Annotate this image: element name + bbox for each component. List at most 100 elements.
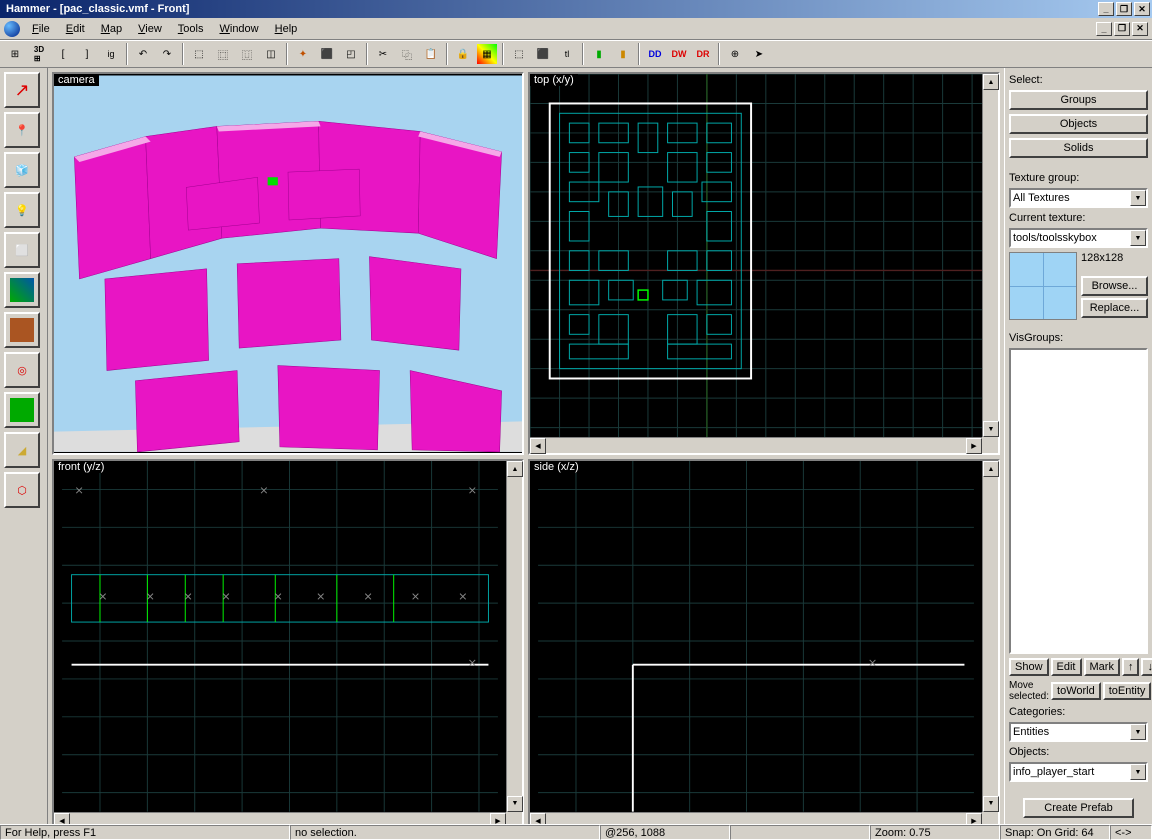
categories-combo[interactable]: Entities▼ — [1009, 722, 1148, 742]
cut-icon[interactable]: ✂ — [372, 43, 394, 65]
toentity-icon[interactable]: ✦ — [292, 43, 314, 65]
hide-icon[interactable]: ◫ — [260, 43, 282, 65]
dr-icon[interactable]: DR — [692, 43, 714, 65]
menu-tools[interactable]: Tools — [170, 21, 212, 37]
texture-preview — [1009, 252, 1077, 320]
workspace: ↗ 📍 🧊 💡 ⬜ ◎ ◢ ⬡ camera — [0, 68, 1152, 824]
viewport-top-label: top (x/y) — [530, 74, 578, 86]
viewport-top[interactable]: top (x/y) — [528, 72, 1000, 455]
visgroup-show-button[interactable]: Show — [1009, 658, 1049, 676]
tool-dock: ↗ 📍 🧊 💡 ⬜ ◎ ◢ ⬡ — [0, 68, 48, 824]
toworld-icon[interactable]: ⬛ — [316, 43, 338, 65]
paste-icon[interactable]: 📋 — [420, 43, 442, 65]
status-coords: @256, 1088 — [600, 825, 730, 840]
visgroups-label: VisGroups: — [1009, 332, 1148, 344]
mdi-restore[interactable]: ❐ — [1114, 22, 1130, 36]
window-title: Hammer - [pac_classic.vmf - Front] — [2, 3, 1096, 15]
select-solids-button[interactable]: Solids — [1009, 138, 1148, 158]
status-bar: For Help, press F1 no selection. @256, 1… — [0, 824, 1152, 840]
toworld-button[interactable]: toWorld — [1051, 682, 1101, 700]
group-icon[interactable]: ⿴ — [212, 43, 234, 65]
viewport-side-vscroll[interactable]: ▲▼ — [982, 461, 998, 812]
viewport-side[interactable]: side (x/z) ▲▼ ◀▶ — [528, 459, 1000, 830]
viewport-front-vscroll[interactable]: ▲▼ — [506, 461, 522, 812]
grid-smaller-icon[interactable]: [ — [52, 43, 74, 65]
redo-icon[interactable]: ↷ — [156, 43, 178, 65]
menu-map[interactable]: Map — [93, 21, 130, 37]
undo-icon[interactable]: ↶ — [132, 43, 154, 65]
viewport-camera-label: camera — [54, 74, 99, 86]
vertex-tool[interactable]: ⬡ — [4, 472, 40, 508]
menu-bar: File Edit Map View Tools Window Help _ ❐… — [0, 18, 1152, 40]
overlay-tool[interactable] — [4, 392, 40, 428]
select-objects-button[interactable]: Objects — [1009, 114, 1148, 134]
viewport-top-vscroll[interactable]: ▲▼ — [982, 74, 998, 437]
menu-help[interactable]: Help — [267, 21, 306, 37]
right-panel: Select: Groups Objects Solids Texture gr… — [1004, 68, 1152, 824]
dw-icon[interactable]: DW — [668, 43, 690, 65]
align-face-icon[interactable]: ⬛ — [532, 43, 554, 65]
cordon-icon[interactable]: ▮ — [588, 43, 610, 65]
viewport-area: camera — [48, 68, 1004, 824]
create-prefab-button[interactable]: Create Prefab — [1023, 798, 1134, 818]
toentity-button[interactable]: toEntity — [1103, 682, 1152, 700]
texgroup-combo[interactable]: All Textures▼ — [1009, 188, 1148, 208]
texture-tool[interactable] — [4, 272, 40, 308]
select-label: Select: — [1009, 74, 1148, 86]
grid-larger-icon[interactable]: ] — [76, 43, 98, 65]
texsize-label: 128x128 — [1081, 252, 1148, 264]
restore-button[interactable]: ❐ — [1116, 2, 1132, 16]
tl-icon[interactable]: tl — [556, 43, 578, 65]
menu-window[interactable]: Window — [211, 21, 266, 37]
selection-tool[interactable]: ↗ — [4, 72, 40, 108]
status-selection: no selection. — [290, 825, 600, 840]
menu-file[interactable]: File — [24, 21, 58, 37]
entity-tool[interactable]: 🧊 — [4, 152, 40, 188]
decal-tool[interactable]: ◎ — [4, 352, 40, 388]
radius-icon[interactable]: ⊕ — [724, 43, 746, 65]
texscale-icon[interactable]: ▦ — [476, 43, 498, 65]
visgroup-edit-button[interactable]: Edit — [1051, 658, 1082, 676]
menu-edit[interactable]: Edit — [58, 21, 93, 37]
clip-tool[interactable]: ◢ — [4, 432, 40, 468]
curtex-combo[interactable]: tools/toolsskybox▼ — [1009, 228, 1148, 248]
grid-toggle-icon[interactable]: ⊞ — [4, 43, 26, 65]
hollow-icon[interactable]: ◰ — [340, 43, 362, 65]
close-button[interactable]: ✕ — [1134, 2, 1150, 16]
block-tool[interactable]: ⬜ — [4, 232, 40, 268]
ig-icon[interactable]: ig — [100, 43, 122, 65]
mdi-close[interactable]: ✕ — [1132, 22, 1148, 36]
texlock-icon[interactable]: 🔒 — [452, 43, 474, 65]
visgroup-mark-button[interactable]: Mark — [1084, 658, 1120, 676]
visgroup-up-button[interactable]: ↑ — [1122, 658, 1140, 676]
viewport-front[interactable]: front (y/z) — [52, 459, 524, 830]
run-icon[interactable]: ➤ — [748, 43, 770, 65]
cordon-edit-icon[interactable]: ▮ — [612, 43, 634, 65]
categories-label: Categories: — [1009, 706, 1148, 718]
mdi-minimize[interactable]: _ — [1096, 22, 1112, 36]
minimize-button[interactable]: _ — [1098, 2, 1114, 16]
copy-icon[interactable]: ⿻ — [396, 43, 418, 65]
camera-tool[interactable]: 💡 — [4, 192, 40, 228]
objects-label: Objects: — [1009, 746, 1148, 758]
select-groups-button[interactable]: Groups — [1009, 90, 1148, 110]
visgroup-down-button[interactable]: ↓ — [1141, 658, 1152, 676]
move-selected-label: Move selected: — [1009, 680, 1049, 702]
menu-view[interactable]: View — [130, 21, 170, 37]
carve-icon[interactable]: ⬚ — [188, 43, 210, 65]
viewport-front-label: front (y/z) — [54, 461, 108, 473]
viewport-camera[interactable]: camera — [52, 72, 524, 455]
align-world-icon[interactable]: ⬚ — [508, 43, 530, 65]
viewport-side-label: side (x/z) — [530, 461, 583, 473]
texgroup-label: Texture group: — [1009, 172, 1148, 184]
apply-tool[interactable] — [4, 312, 40, 348]
objects-combo[interactable]: info_player_start▼ — [1009, 762, 1148, 782]
dm-icon[interactable]: DD — [644, 43, 666, 65]
browse-button[interactable]: Browse... — [1081, 276, 1148, 296]
viewport-top-hscroll[interactable]: ◀▶ — [530, 437, 982, 453]
3d-grid-icon[interactable]: 3D⊞ — [28, 43, 50, 65]
visgroups-list[interactable] — [1009, 348, 1148, 654]
ungroup-icon[interactable]: ⿶ — [236, 43, 258, 65]
magnify-tool[interactable]: 📍 — [4, 112, 40, 148]
replace-button[interactable]: Replace... — [1081, 298, 1148, 318]
